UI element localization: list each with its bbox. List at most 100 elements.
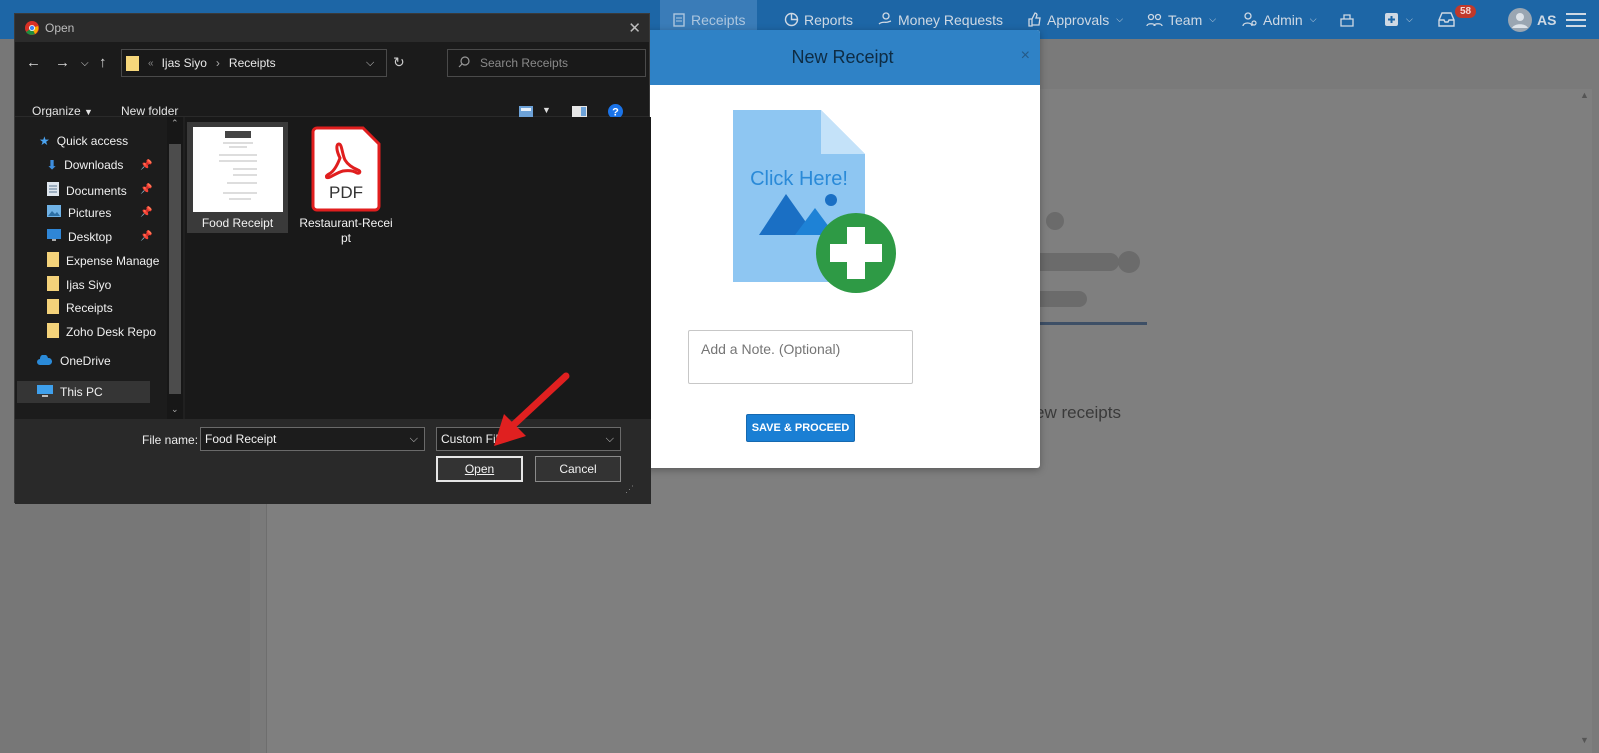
nav-item-admin[interactable]: Admin ⌵ [1242,0,1317,39]
breadcrumb-separator-icon: › [215,56,220,70]
caret-down-icon: ▼ [84,107,93,117]
empty-state-text: ew receipts [1035,403,1121,422]
hand-money-icon [878,12,893,27]
search-placeholder: Search Receipts [480,56,569,70]
file-name: Restaurant-Recei pt [299,216,393,245]
nav-documents[interactable]: Documents [47,182,127,199]
overflow-chevron-icon[interactable]: « [148,58,154,69]
nav-folder-receipts[interactable]: Receipts [47,299,113,317]
nav-item-team[interactable]: Team ⌵ [1146,0,1216,39]
upload-area[interactable]: Click Here! [733,110,903,305]
chevron-down-icon[interactable]: ⌵ [366,57,374,70]
user-initials: AS [1537,11,1557,28]
inbox-icon [1438,12,1455,27]
breadcrumb-item[interactable]: Ijas Siyo [162,56,207,70]
nav-quick-access[interactable]: ★ Quick access [39,134,128,148]
annotation-arrow-icon [494,372,570,446]
forward-arrow-icon[interactable]: → [55,54,70,71]
chevron-down-icon: ⌵ [1116,14,1124,24]
folder-icon [47,323,59,341]
nav-folder-zoho[interactable]: Zoho Desk Repo [47,323,167,341]
nav-scroll-thumb[interactable] [169,144,181,394]
pin-icon: 📌 [140,207,153,218]
pictures-icon [47,205,61,220]
file-name-field[interactable]: Food Receipt ⌵ [200,427,425,451]
chrome-icon [25,21,39,35]
nav-folder-expense[interactable]: Expense Manage [47,252,167,270]
chevron-down-icon: ⌵ [1406,14,1413,24]
receipt-icon [672,12,686,27]
organize-button[interactable]: Organize ▼ [32,104,93,118]
address-bar[interactable]: « Ijas Siyo › Receipts ⌵ [121,49,387,77]
pin-icon: 📌 [140,184,153,195]
archive-icon [1339,12,1355,27]
file-name: Food Receipt [201,216,274,230]
computer-icon [37,384,53,400]
menu-button[interactable] [1566,0,1586,39]
close-icon[interactable]: ✕ [628,19,641,37]
search-icon [458,55,470,71]
pin-icon: 📌 [140,160,153,171]
folder-icon [47,252,59,270]
dialog-toolbar [15,84,649,117]
notification-badge: 58 [1455,5,1477,18]
note-field[interactable] [688,330,913,384]
file-item-restaurant-receipt[interactable]: PDF Restaurant-Recei pt [299,122,393,246]
pin-icon: 📌 [140,231,153,242]
file-name-label: File name: [142,433,199,447]
save-proceed-button[interactable]: SAVE & PROCEED [746,414,855,442]
chevron-down-icon[interactable]: ⌵ [606,433,614,446]
chevron-down-icon[interactable]: ⌵ [410,433,418,446]
back-arrow-icon[interactable]: ← [26,54,41,71]
file-item-food-receipt[interactable]: Food Receipt [187,122,288,233]
resize-grip-icon[interactable]: ⋰ [625,484,634,495]
modal-title: New Receipt [791,47,894,67]
barcode-icon [218,131,257,200]
nav-item-approvals[interactable]: Approvals ⌵ [1027,0,1123,39]
admin-icon [1242,12,1258,27]
new-folder-button[interactable]: New folder [121,104,178,118]
upload-icon: Click Here! [733,110,896,293]
page-scrollbar[interactable]: ▲ ▼ [1580,90,1592,753]
nav-this-pc[interactable]: This PC [17,381,150,403]
scroll-up-icon[interactable]: ⌃ [171,118,179,129]
chevron-down-icon: ⌵ [1309,14,1317,24]
pdf-label: PDF [329,183,363,202]
plus-square-icon [1384,12,1399,27]
nav-desktop[interactable]: Desktop [47,229,112,244]
nav-pictures[interactable]: Pictures [47,205,111,220]
documents-icon [47,182,59,199]
dialog-titlebar: Open [15,14,649,42]
folder-icon [126,55,140,71]
recent-dropdown-icon[interactable]: ⌵ [81,58,89,69]
avatar [1508,7,1532,32]
folder-icon [47,299,59,317]
nav-downloads[interactable]: ⬇ Downloads [47,158,123,172]
scroll-down-icon[interactable]: ⌄ [171,404,179,415]
upload-text: Click Here! [750,168,848,190]
receipt-thumbnail [192,127,283,212]
close-icon[interactable]: × [1021,47,1030,65]
search-input[interactable]: Search Receipts [447,49,646,77]
breadcrumb-item[interactable]: Receipts [229,56,276,70]
scroll-down-icon[interactable]: ▼ [1580,735,1589,745]
download-icon: ⬇ [47,158,58,172]
empty-state-illustration [1017,159,1147,325]
nav-item-archive[interactable] [1339,0,1355,39]
desktop-icon [47,229,61,244]
refresh-icon[interactable]: ↻ [393,54,405,71]
folder-icon [47,276,59,294]
dialog-title: Open [45,21,75,35]
star-icon: ★ [39,134,50,148]
hamburger-icon [1566,12,1586,28]
modal-header: New Receipt × [645,30,1040,85]
up-arrow-icon[interactable]: ↑ [99,54,107,71]
nav-item-add[interactable]: ⌵ [1384,0,1413,39]
nav-item-inbox[interactable] [1438,0,1455,39]
caret-down-icon[interactable]: ▼ [542,105,551,115]
nav-folder-ijas[interactable]: Ijas Siyo [47,276,111,294]
scroll-up-icon[interactable]: ▲ [1580,90,1589,100]
user-menu[interactable]: AS [1508,0,1556,39]
nav-onedrive[interactable]: OneDrive [37,354,111,368]
new-receipt-modal: New Receipt × Click Here! SAVE & PROCEED [645,30,1040,468]
